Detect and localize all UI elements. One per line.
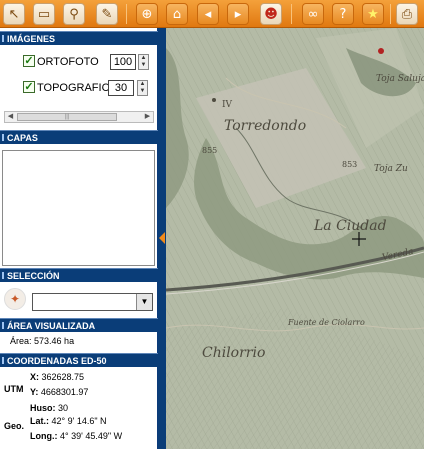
ruler-icon[interactable]: ▭ [33, 3, 55, 25]
huso-readout: Huso: 30 [30, 403, 69, 413]
lat-value: 42° 9' 14.6" N [51, 416, 107, 426]
place-label: Torredondo [224, 118, 307, 134]
ortofoto-opacity-spinner[interactable]: ▲ ▼ [138, 54, 149, 70]
long-readout: Long.: 4° 39' 45.49" W [30, 431, 123, 441]
capas-title: CAPAS [7, 133, 38, 143]
imagenes-header: IMÁGENES [0, 31, 158, 45]
binoculars-icon[interactable]: ∞ [302, 3, 324, 25]
previous-view-icon[interactable]: ◂ [197, 3, 219, 25]
magnifier-icon[interactable]: ⚲ [63, 3, 85, 25]
lat-readout: Lat.: 42° 9' 14.6" N [30, 416, 107, 426]
next-view-icon[interactable]: ▸ [227, 3, 249, 25]
utm-x-readout: X: 362628.75 [30, 372, 85, 382]
selection-tool-icon[interactable]: ✦ [4, 288, 26, 310]
utm-y-readout: Y: 4668301.97 [30, 387, 89, 397]
topografico-label: TOPOGRAFICO [37, 82, 119, 94]
scroll-left-icon[interactable]: ◀ [5, 112, 16, 122]
map-imagery [166, 28, 424, 449]
capas-header: CAPAS [0, 130, 158, 144]
person-icon[interactable]: ☻ [260, 3, 282, 25]
topografico-opacity-input[interactable]: 30 [108, 80, 134, 96]
ortofoto-checkbox[interactable]: ✓ [23, 55, 35, 67]
place-label: Fuente de Ciolarro [288, 318, 365, 327]
utm-y-value: 4668301.97 [40, 387, 89, 397]
layer-row-topografico: ✓ TOPOGRAFICO 30 ▲ ▼ [22, 79, 154, 97]
capas-list[interactable] [2, 150, 155, 266]
place-label: Chilorrio [202, 345, 266, 361]
selection-dropdown[interactable]: ▼ [32, 293, 153, 311]
seleccion-header: SELECCIÓN [0, 268, 158, 282]
map-label: IV [222, 100, 233, 110]
place-label: Toja Saluja [376, 74, 424, 84]
print-icon[interactable]: ⎙ [396, 3, 418, 25]
elevation-label: 853 [342, 160, 358, 169]
map-view[interactable]: Torredondo La Ciudad Chilorrio Toja Salu… [166, 28, 424, 449]
help-icon[interactable]: ? [332, 3, 354, 25]
collapse-arrow-icon[interactable] [159, 232, 165, 244]
coords-header: COORDENADAS ED-50 [0, 353, 158, 367]
star-icon[interactable]: ★ [362, 3, 384, 25]
elevation-label: 855 [202, 146, 218, 155]
pan-arrow-icon[interactable]: ↖ [3, 3, 25, 25]
huso-value: 30 [58, 403, 69, 413]
zoom-in-icon[interactable]: ⊕ [136, 3, 158, 25]
home-icon[interactable]: ⌂ [166, 3, 188, 25]
utm-label: UTM [4, 384, 24, 394]
ortofoto-label: ORTOFOTO [37, 56, 99, 68]
left-panel: IMÁGENES ✓ ORTOFOTO 100 ▲ ▼ ✓ TOPOGRAFICO… [0, 28, 158, 449]
scroll-icon[interactable]: ✎ [96, 3, 118, 25]
long-value: 4° 39' 45.49" W [60, 431, 123, 441]
place-label: Toja Zu [374, 164, 408, 174]
imagenes-title: IMÁGENES [7, 34, 56, 44]
area-label: Área: [10, 336, 32, 346]
topografico-checkbox[interactable]: ✓ [23, 81, 35, 93]
seleccion-title: SELECCIÓN [7, 271, 60, 281]
area-value: 573.46 ha [34, 336, 75, 346]
geo-label: Geo. [4, 421, 25, 431]
scroll-thumb[interactable]: ||| [17, 113, 117, 121]
topografico-opacity-spinner[interactable]: ▲ ▼ [137, 80, 148, 96]
layer-row-ortofoto: ✓ ORTOFOTO 100 ▲ ▼ [22, 53, 154, 71]
area-header: ÁREA VISUALIZADA [0, 318, 158, 332]
ortofoto-opacity-input[interactable]: 100 [110, 54, 136, 70]
area-readout: Área: 573.46 ha [10, 336, 74, 346]
chevron-down-icon[interactable]: ▼ [136, 294, 152, 310]
utm-x-value: 362628.75 [41, 372, 85, 382]
coords-title: COORDENADAS ED-50 [7, 356, 107, 366]
panel-collapse-handle[interactable] [158, 28, 166, 449]
place-label: La Ciudad [314, 218, 387, 234]
layers-scrollbar[interactable]: ◀ ||| ▶ [4, 111, 154, 123]
toolbar: ↖ ▭ ⚲ ✎ ⊕ ⌂ ◂ ▸ ☻ ∞ ? ★ ⎙ [0, 0, 424, 28]
scroll-right-icon[interactable]: ▶ [142, 112, 153, 122]
area-title: ÁREA VISUALIZADA [7, 321, 96, 331]
